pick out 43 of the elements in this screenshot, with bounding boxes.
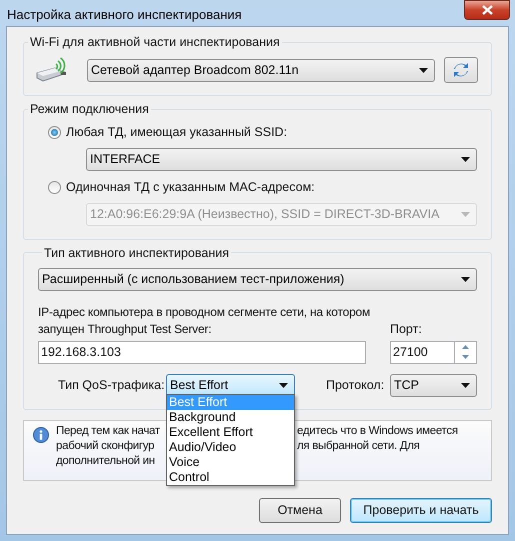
qos-select[interactable]: Best Effort bbox=[166, 374, 295, 396]
ip-address-label: IP-адрес компьютера в проводном сегменте сети, на котором запущен Throughput Test Server: bbox=[38, 304, 372, 338]
network-select[interactable]: INTERFACE bbox=[86, 148, 477, 171]
dialog-button[interactable]: Проверить и начать bbox=[350, 498, 492, 522]
info-icon bbox=[33, 426, 49, 442]
radio-label: Любая ТД, имеющая указанный SSID: bbox=[66, 124, 288, 141]
protocol-select[interactable]: TCP bbox=[390, 374, 477, 396]
window-title: Настройка активного инспектирования bbox=[7, 6, 242, 24]
caret-icon bbox=[461, 382, 470, 388]
caret-icon bbox=[461, 276, 470, 282]
refresh-icon bbox=[453, 62, 469, 78]
dropdown-option[interactable]: Background bbox=[167, 410, 294, 425]
refresh-button[interactable] bbox=[444, 57, 478, 83]
radio-button[interactable] bbox=[48, 126, 61, 139]
close-button[interactable] bbox=[464, 0, 510, 20]
info-text: рабочий сконфигур bbox=[56, 438, 156, 454]
radio-button[interactable] bbox=[48, 180, 61, 194]
spin-buttons[interactable] bbox=[454, 340, 477, 364]
dropdown-option[interactable]: Voice bbox=[167, 455, 294, 470]
protocol-label: Протокол: bbox=[326, 376, 386, 394]
info-text: ля выбранной сети. Для bbox=[297, 438, 421, 454]
dropdown-option[interactable]: Audio/Video bbox=[167, 440, 294, 455]
dialog-button[interactable]: Отмена bbox=[259, 498, 341, 522]
close-icon bbox=[482, 5, 492, 15]
inspection-type-select[interactable]: Расширенный (с использованием тест-приложения) bbox=[38, 268, 477, 290]
info-text: едитесь что в Windows имеется bbox=[297, 424, 458, 438]
caret-icon bbox=[461, 212, 470, 216]
caret-icon bbox=[419, 68, 428, 72]
radio-label: Одиночная ТД с указанным MAC-адресом: bbox=[66, 178, 315, 196]
dropdown-option[interactable]: Control bbox=[167, 470, 294, 485]
info-text: дополнительной ин bbox=[56, 454, 156, 468]
ip-address-field[interactable]: 192.168.3.103 bbox=[38, 340, 366, 364]
group-title: Режим подключения bbox=[29, 102, 150, 116]
caret-icon bbox=[279, 382, 288, 388]
port-label: Порт: bbox=[390, 320, 422, 338]
group-title: Wi-Fi для активной части инспектирования bbox=[29, 35, 281, 49]
qos-label: Тип QoS-трафика: bbox=[58, 376, 166, 394]
port-field[interactable]: 27100 bbox=[390, 340, 454, 364]
adapter-select[interactable]: Сетевой адаптер Broadcom 802.11n bbox=[87, 58, 435, 82]
dropdown-option[interactable]: Excellent Effort bbox=[167, 425, 294, 440]
group-title: Тип активного инспектирования bbox=[43, 246, 230, 260]
caret-icon bbox=[461, 156, 470, 162]
info-text: Перед тем как начат bbox=[56, 424, 161, 438]
